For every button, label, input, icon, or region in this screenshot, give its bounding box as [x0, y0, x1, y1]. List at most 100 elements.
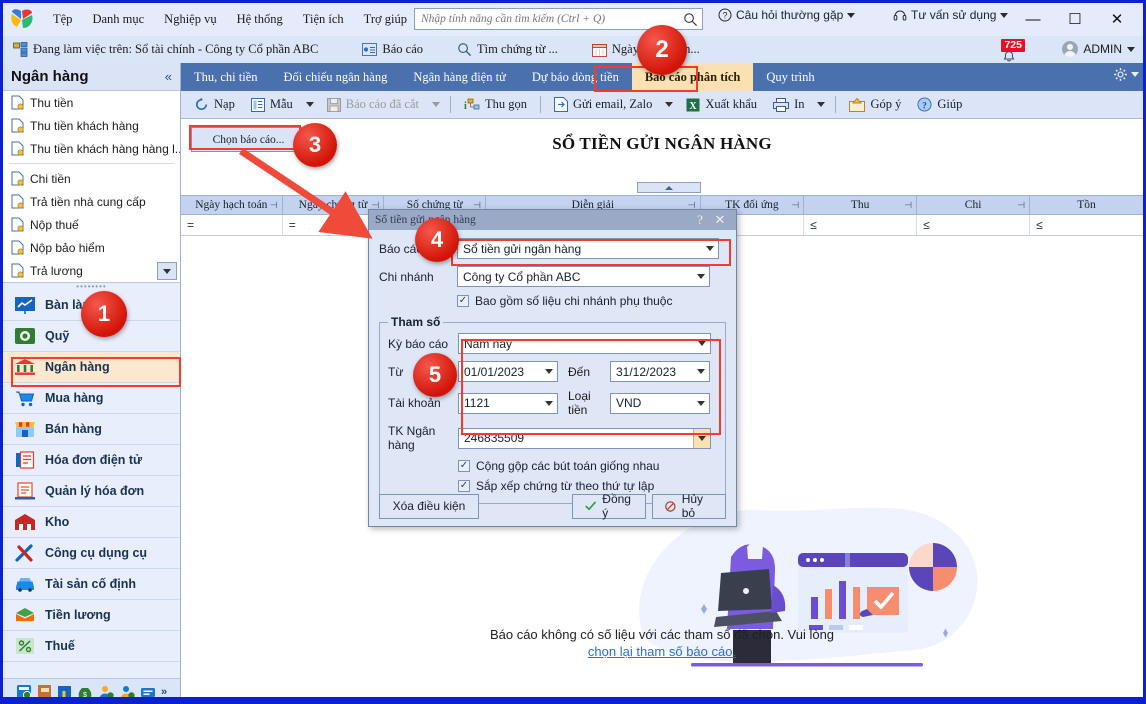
chevron-down-icon[interactable] [701, 239, 718, 258]
tab-du-bao-dong-tien[interactable]: Dự báo dòng tiền [519, 63, 632, 91]
ribbon-gop-y-button[interactable]: Góp ý [842, 94, 908, 115]
maximize-button[interactable]: ☐ [1055, 5, 1095, 33]
column-header-thu[interactable]: Thu ⊣ [804, 196, 918, 214]
sidebar-collapse-icon[interactable]: « [165, 69, 172, 84]
account-select[interactable]: 1121 [458, 392, 558, 414]
menu-item-tro-giup[interactable]: Trợ giúp [354, 8, 417, 31]
cancel-button[interactable]: Hủy bỏ [652, 492, 726, 520]
tab-settings-button[interactable] [1113, 67, 1139, 82]
ribbon-mau-dropdown[interactable] [302, 99, 318, 110]
sidebar-scroll-down-button[interactable] [157, 262, 177, 280]
empty-state-link[interactable]: chọn lại tham số báo cáo. [181, 644, 1143, 659]
ribbon-in-button[interactable]: In [766, 94, 811, 115]
pin-icon[interactable]: ⊣ [791, 200, 799, 211]
sidebar-splitter[interactable]: •••••••• [3, 283, 180, 291]
sidebar-item-ban-hang[interactable]: Bán hàng [3, 414, 180, 445]
tab-quy-trinh[interactable]: Quy trình [753, 63, 827, 91]
dialog-help-icon[interactable]: ? [690, 212, 710, 228]
menu-item-nghiep-vu[interactable]: Nghiệp vụ [154, 8, 226, 31]
clear-conditions-button[interactable]: Xóa điều kiện [379, 493, 479, 519]
pin-icon[interactable]: ⊣ [1017, 200, 1025, 211]
ribbon-nap-button[interactable]: Nạp [187, 94, 242, 115]
ribbon-gui-email-zalo-button[interactable]: Gửi email, Zalo [547, 94, 659, 115]
period-select[interactable]: Năm nay [458, 333, 711, 354]
merge-entries-checkbox[interactable]: ✓ Cộng gộp các bút toán giống nhau [458, 459, 659, 473]
find-voucher-shortcut[interactable]: Tìm chứng từ ... [447, 39, 568, 60]
ribbon-thu-gon-button[interactable]: i Thu gọn [457, 94, 534, 115]
ribbon-giup-button[interactable]: ? Giúp [910, 94, 969, 115]
sidebar-item-thue[interactable]: Thuế [3, 631, 180, 662]
sidebar-item-tien-luong[interactable]: Tiền lương [3, 600, 180, 631]
search-input[interactable] [419, 12, 683, 26]
column-header-ton[interactable]: Tồn [1030, 196, 1143, 214]
filter-thu[interactable]: ≤ [804, 215, 918, 235]
bank-account-select[interactable]: 246835509 [458, 427, 711, 449]
user-menu[interactable]: ADMIN [1062, 41, 1135, 57]
ribbon-mau-button[interactable]: Mẫu [244, 94, 300, 115]
sidebar-doc-tra-tien-ncc[interactable]: Trả tiền nhà cung cấp [3, 190, 180, 213]
ribbon-xuat-khau-button[interactable]: X Xuất khẩu [679, 94, 764, 115]
tab-ngan-hang-dien-tu[interactable]: Ngân hàng điện tử [400, 63, 519, 91]
ok-button[interactable]: Đồng ý [572, 492, 646, 520]
sidebar-doc-thu-tien-kh[interactable]: Thu tiền khách hàng [3, 114, 180, 137]
chevron-down-icon[interactable] [540, 394, 557, 413]
tab-doi-chieu-ngan-hang[interactable]: Đối chiếu ngân hàng [271, 63, 401, 91]
field-row-branch: Chi nhánh Công ty Cổ phần ABC [379, 266, 726, 287]
sidebar-item-mua-hang[interactable]: Mua hàng [3, 383, 180, 414]
chevron-down-icon[interactable] [1131, 72, 1139, 77]
chevron-down-icon[interactable] [693, 428, 710, 448]
sidebar-item-hoa-don-dien-tu[interactable]: Hóa đơn điện tử [3, 445, 180, 476]
chevron-down-icon[interactable] [692, 394, 709, 413]
sidebar-item-label: Ngân hàng [45, 360, 110, 374]
menu-item-tep[interactable]: Tệp [43, 8, 82, 31]
from-date-select[interactable]: 01/01/2023 [458, 361, 558, 382]
chevron-down-icon[interactable] [1000, 12, 1009, 18]
checkbox-icon: ✓ [458, 460, 470, 472]
currency-select[interactable]: VND [610, 392, 710, 414]
sidebar-doc-thu-tien[interactable]: Thu tiền [3, 91, 180, 114]
filter-chi[interactable]: ≤ [917, 215, 1031, 235]
sidebar-doc-thu-tien-kh-hang-loat[interactable]: Thu tiền khách hàng hàng l... [3, 137, 180, 160]
chevron-down-icon[interactable] [692, 267, 709, 286]
dialog-close-icon[interactable]: ✕ [710, 212, 730, 228]
chevron-down-icon[interactable] [693, 334, 710, 353]
close-button[interactable]: ✕ [1097, 5, 1137, 33]
chevron-down-icon[interactable] [540, 362, 557, 381]
filter-ton[interactable]: ≤ [1030, 215, 1143, 235]
chevron-down-icon[interactable] [692, 362, 709, 381]
sidebar-document-list: Thu tiền Thu tiền khách hàng Thu tiền kh… [3, 91, 180, 283]
faq-link[interactable]: ? Câu hỏi thường gặp [718, 8, 856, 22]
minimize-button[interactable]: — [1013, 5, 1053, 33]
menu-item-danh-muc[interactable]: Danh mục [82, 8, 154, 31]
sidebar-doc-tra-luong[interactable]: Trả lương [3, 259, 180, 282]
working-context-label: Đang làm việc trên: Sổ tài chính - Công … [33, 42, 319, 56]
sidebar-doc-nop-thue[interactable]: Nộp thuế [3, 213, 180, 236]
ribbon-bao-cao-da-cat-dropdown[interactable] [428, 99, 444, 110]
chevron-down-icon[interactable] [1127, 46, 1135, 52]
field-row-bank-account: TK Ngân hàng 246835509 [388, 424, 717, 452]
ribbon-bao-cao-da-cat-button[interactable]: Báo cáo đã cắt [320, 94, 426, 115]
sidebar-doc-nop-bao-hiem[interactable]: Nộp bảo hiểm [3, 236, 180, 259]
sidebar-item-ngan-hang[interactable]: Ngân hàng [3, 352, 180, 383]
advice-link[interactable]: Tư vấn sử dụng [893, 8, 1009, 22]
ribbon-in-dropdown[interactable] [813, 99, 829, 110]
sidebar-item-tai-san-co-dinh[interactable]: Tài sản cố định [3, 569, 180, 600]
ribbon-gui-email-dropdown[interactable] [661, 99, 677, 110]
panel-collapse-handle[interactable] [637, 182, 701, 193]
branch-select[interactable]: Công ty Cổ phần ABC [457, 266, 710, 287]
working-context[interactable]: Đang làm việc trên: Sổ tài chính - Công … [3, 39, 328, 60]
sidebar-item-kho[interactable]: Kho [3, 507, 180, 538]
pin-icon[interactable]: ⊣ [904, 200, 912, 211]
sidebar-more-icon[interactable]: » [161, 686, 167, 697]
menu-item-he-thong[interactable]: Hệ thống [227, 8, 293, 31]
column-header-chi[interactable]: Chi ⊣ [917, 196, 1031, 214]
include-sub-branch-checkbox[interactable]: ✓ Bao gồm số liệu chi nhánh phụ thuộc [457, 294, 672, 308]
tab-thu-chi-tien[interactable]: Thu, chi tiền [181, 63, 271, 91]
sidebar-doc-chi-tien[interactable]: Chi tiền [3, 167, 180, 190]
sidebar-item-cong-cu-dung-cu[interactable]: Công cụ dụng cụ [3, 538, 180, 569]
menu-item-tien-ich[interactable]: Tiện ích [293, 8, 354, 31]
chevron-down-icon[interactable] [847, 12, 856, 18]
report-shortcut[interactable]: Báo cáo [352, 39, 433, 60]
to-date-select[interactable]: 31/12/2023 [610, 361, 710, 382]
sidebar-item-quan-ly-hoa-don[interactable]: Quản lý hóa đơn [3, 476, 180, 507]
